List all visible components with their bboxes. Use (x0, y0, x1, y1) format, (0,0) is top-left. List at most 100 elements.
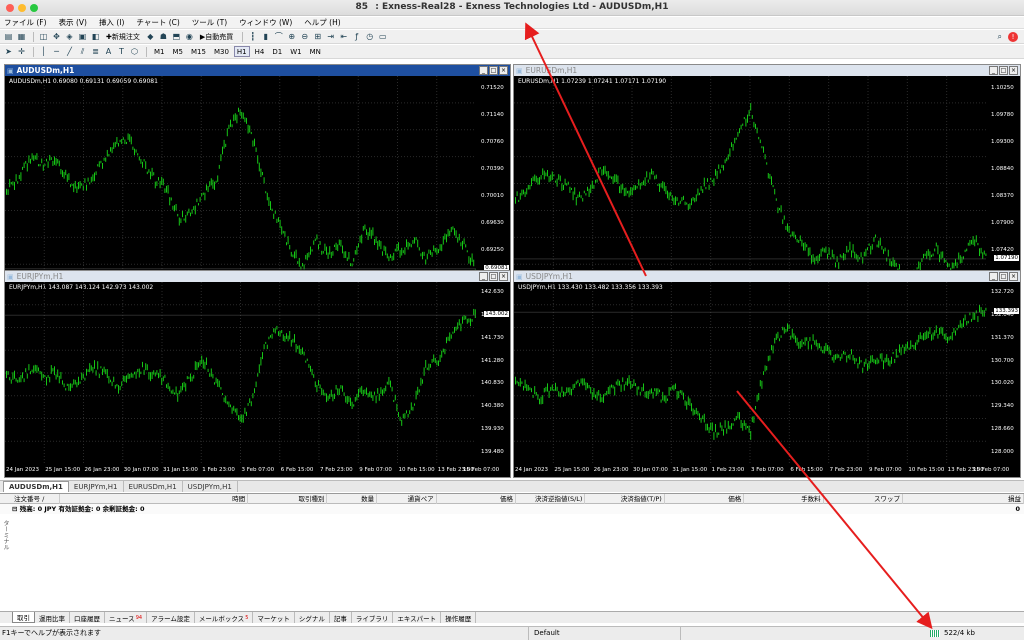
column-header[interactable]: 価格 (665, 493, 745, 504)
minimize-icon[interactable]: _ (989, 272, 998, 281)
timeframe-w1-button[interactable]: W1 (287, 46, 304, 57)
terminal-tab[interactable]: シグナル (295, 612, 330, 623)
autoscroll-icon[interactable]: ⇥ (325, 31, 336, 42)
minimize-icon[interactable]: _ (479, 272, 488, 281)
text-icon[interactable]: A (103, 46, 114, 57)
new-order-button[interactable]: ✚ 新規注文 (103, 31, 143, 42)
terminal-tab[interactable]: マーケット (253, 612, 295, 623)
timeframe-m15-button[interactable]: M15 (188, 46, 209, 57)
candlestick-icon[interactable]: ▮ (260, 31, 271, 42)
terminal-tab[interactable]: メールボックス 5 (195, 612, 254, 623)
terminal-tab[interactable]: 運用比率 (35, 612, 70, 623)
chart-window-eurjpy[interactable]: ▣ EURJPYm,H1 _ □ × EURJPYm,H1 143.087 143.124… (4, 270, 511, 478)
chart-tab[interactable]: USDJPYm,H1 (183, 481, 238, 492)
timeframe-h1-button[interactable]: H1 (233, 46, 250, 57)
data-window-icon[interactable]: ✥ (51, 31, 62, 42)
profiles-icon[interactable]: ▦ (16, 31, 27, 42)
auto-trading-button[interactable]: ▶ 自動売買 (197, 31, 236, 42)
templates-icon[interactable]: ▭ (377, 31, 388, 42)
timeframe-d1-button[interactable]: D1 (269, 46, 285, 57)
periods-icon[interactable]: ◷ (364, 31, 375, 42)
notification-icon[interactable]: ! (1008, 32, 1018, 42)
navigator-icon[interactable]: ◈ (64, 31, 75, 42)
zoom-in-icon[interactable]: ⊕ (286, 31, 297, 42)
price-plot[interactable] (5, 282, 510, 478)
menu-item[interactable]: ヘルプ (H) (304, 17, 340, 28)
fibonacci-icon[interactable]: ≣ (90, 46, 101, 57)
menu-item[interactable]: 表示 (V) (59, 17, 87, 28)
menu-item[interactable]: ウィンドウ (W) (239, 17, 292, 28)
column-header[interactable]: 時間 (60, 493, 249, 504)
label-icon[interactable]: T (116, 46, 127, 57)
close-icon[interactable]: × (1009, 66, 1018, 75)
timeframe-m30-button[interactable]: M30 (211, 46, 232, 57)
horizontal-line-icon[interactable]: ─ (51, 46, 62, 57)
zoom-out-icon[interactable]: ⊖ (299, 31, 310, 42)
market-watch-icon[interactable]: ◫ (38, 31, 49, 42)
collapse-icon[interactable]: ⊟ (12, 505, 17, 513)
tester-icon[interactable]: ◧ (90, 31, 101, 42)
scripts-icon[interactable]: ☗ (158, 31, 169, 42)
maximize-icon[interactable]: □ (999, 272, 1008, 281)
column-header[interactable]: 手数料 (744, 493, 824, 504)
close-icon[interactable]: × (499, 66, 508, 75)
cursor-icon[interactable]: ➤ (3, 46, 14, 57)
chart-tab[interactable]: EURUSDm,H1 (124, 481, 183, 492)
tile-windows-icon[interactable]: ⊞ (312, 31, 323, 42)
vertical-line-icon[interactable]: │ (38, 46, 49, 57)
close-icon[interactable]: × (1009, 272, 1018, 281)
timeframe-m5-button[interactable]: M5 (170, 46, 187, 57)
minimize-icon[interactable]: _ (479, 66, 488, 75)
indicators-icon[interactable]: ƒ (351, 31, 362, 42)
shapes-icon[interactable]: ⬡ (129, 46, 140, 57)
maximize-icon[interactable]: □ (489, 66, 498, 75)
chart-titlebar[interactable]: ▣ EURUSDm,H1 _ □ × (514, 65, 1020, 76)
close-icon[interactable]: × (499, 272, 508, 281)
timeframe-h4-button[interactable]: H4 (252, 46, 268, 57)
terminal-icon[interactable]: ▣ (77, 31, 88, 42)
metaeditor-icon[interactable]: ◆ (145, 31, 156, 42)
column-header[interactable]: 決済指値(T/P) (585, 493, 665, 504)
terminal-tab[interactable]: ニュース 94 (105, 612, 148, 623)
column-header[interactable]: スワップ (824, 493, 903, 504)
price-plot[interactable] (514, 282, 1020, 478)
terminal-tab[interactable]: アラーム設定 (147, 612, 195, 623)
terminal-tab[interactable]: 口座履歴 (70, 612, 105, 623)
chart-tab[interactable]: EURJPYm,H1 (69, 481, 124, 492)
channel-icon[interactable]: ⫽ (77, 46, 88, 57)
menu-item[interactable]: ツール (T) (192, 17, 227, 28)
column-header[interactable]: 損益 (903, 493, 1024, 504)
column-header[interactable]: 数量 (327, 493, 378, 504)
terminal-tab[interactable]: ライブラリ (352, 612, 394, 623)
menu-item[interactable]: チャート (C) (136, 17, 179, 28)
trendline-icon[interactable]: ╱ (64, 46, 75, 57)
timeframe-mn-button[interactable]: MN (307, 46, 324, 57)
menu-item[interactable]: 挿入 (I) (99, 17, 124, 28)
minimize-icon[interactable]: _ (989, 66, 998, 75)
chart-shift-icon[interactable]: ⇤ (338, 31, 349, 42)
maximize-icon[interactable]: □ (489, 272, 498, 281)
chart-window-usdjpy[interactable]: ▣ USDJPYm,H1 _ □ × USDJPYm,H1 133.430 133.482… (513, 270, 1021, 478)
chart-tab[interactable]: AUDUSDm,H1 (3, 481, 69, 492)
maximize-icon[interactable]: □ (999, 66, 1008, 75)
column-header[interactable]: 決済逆指値(S/L) (516, 493, 586, 504)
column-header[interactable]: 通貨ペア (377, 493, 437, 504)
new-chart-icon[interactable]: ▤ (3, 31, 14, 42)
menu-item[interactable]: ファイル (F) (4, 17, 47, 28)
vps-icon[interactable]: ⬒ (171, 31, 182, 42)
signals-icon[interactable]: ◉ (184, 31, 195, 42)
line-chart-icon[interactable]: ⌒ (273, 31, 284, 42)
chart-titlebar[interactable]: ▣ EURJPYm,H1 _ □ × (5, 271, 510, 282)
column-header[interactable]: 価格 (437, 493, 517, 504)
search-icon[interactable]: ⌕ (998, 32, 1002, 42)
bar-chart-icon[interactable]: ┇ (247, 31, 258, 42)
column-header[interactable]: 取引種別 (248, 493, 328, 504)
terminal-tab[interactable]: 取引 (12, 612, 35, 623)
timeframe-m1-button[interactable]: M1 (151, 46, 168, 57)
crosshair-icon[interactable]: ✛ (16, 46, 27, 57)
terminal-tab[interactable]: 操作履歴 (441, 612, 477, 623)
column-header[interactable]: 注文番号 / (0, 493, 60, 504)
terminal-tab[interactable]: 記事 (330, 612, 352, 623)
chart-titlebar[interactable]: ▣ USDJPYm,H1 _ □ × (514, 271, 1020, 282)
chart-titlebar[interactable]: ▣ AUDUSDm,H1 _ □ × (5, 65, 510, 76)
